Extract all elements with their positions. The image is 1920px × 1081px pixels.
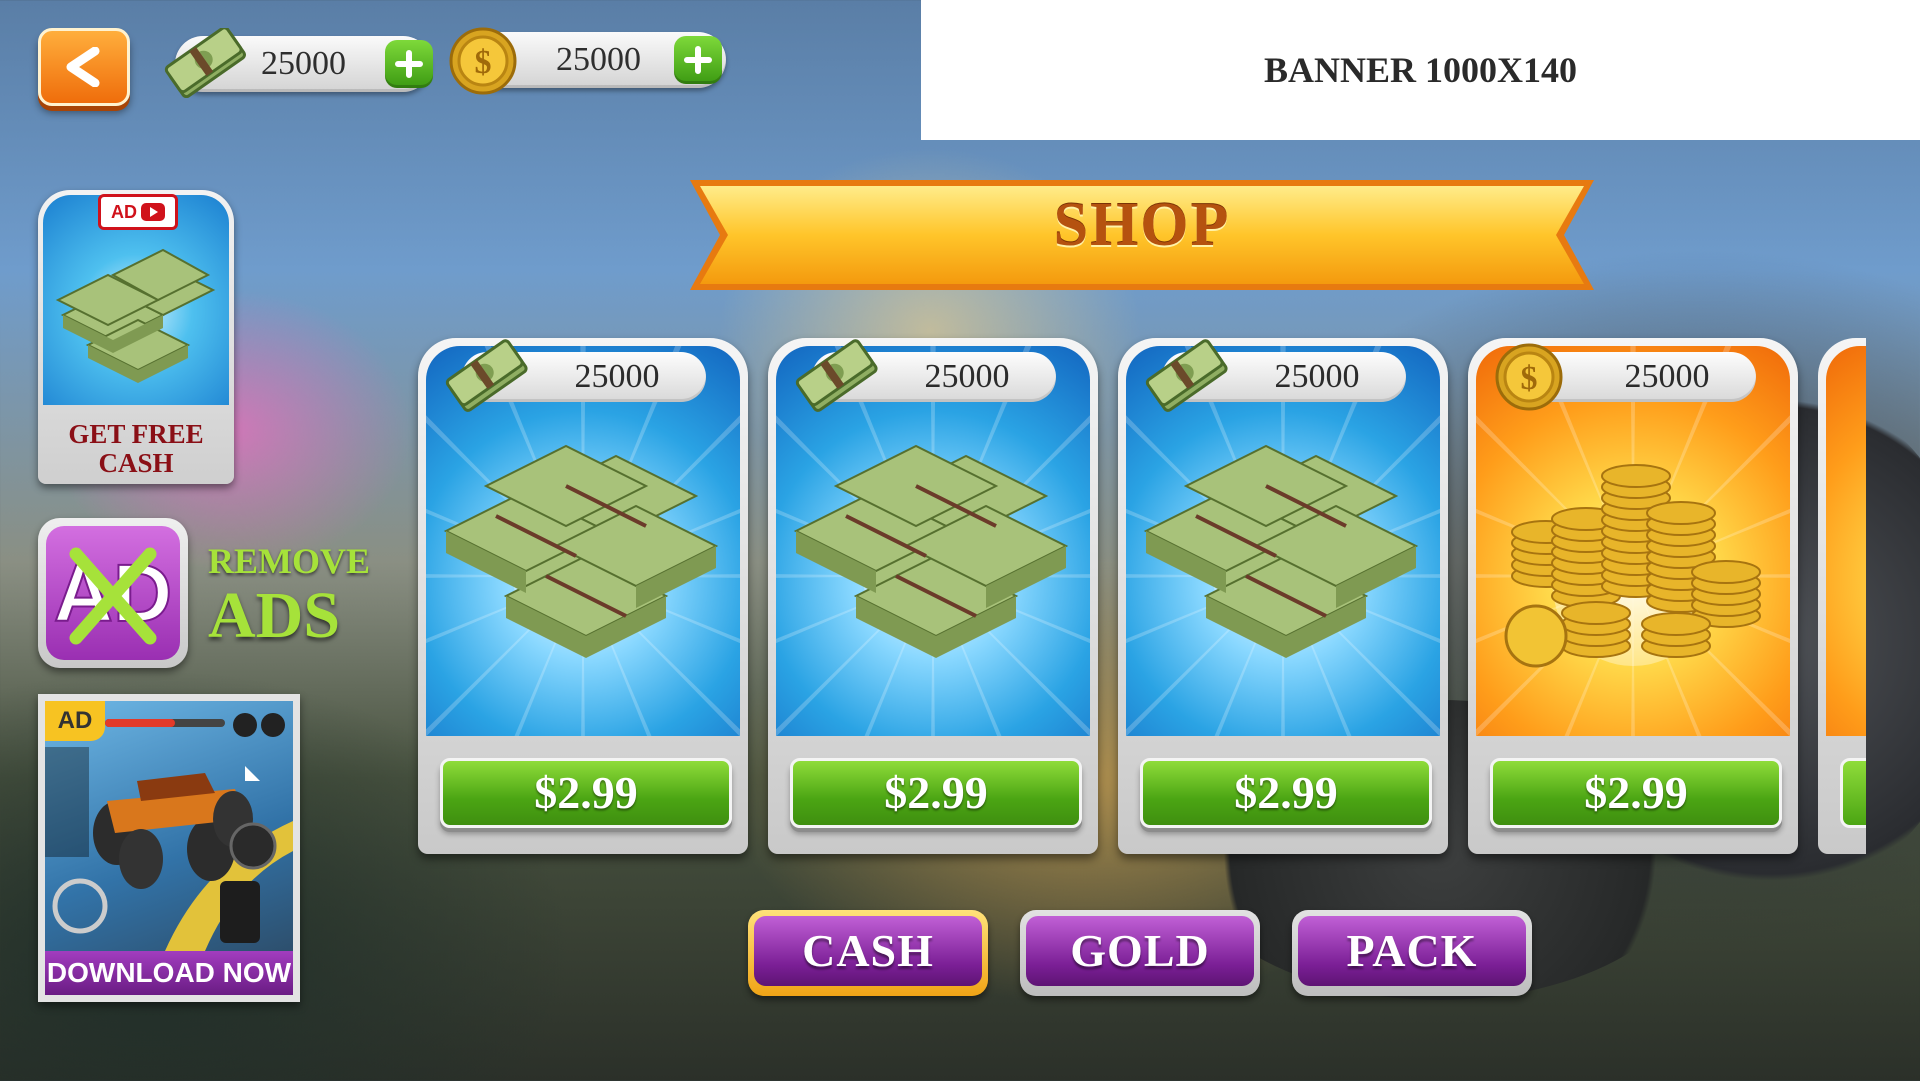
no-ads-icon: AD: [53, 547, 173, 645]
remove-ads-button[interactable]: AD: [38, 518, 188, 668]
cash-item-card[interactable]: 25000 $2.99: [768, 338, 1098, 854]
back-arrow-icon: [66, 47, 100, 87]
item-amount-pill: 25000: [445, 339, 706, 412]
item-amount-pill: 25000: [1145, 339, 1406, 412]
tab-pack-label: PACK: [1298, 916, 1526, 986]
buy-price-button[interactable]: $2.99: [790, 758, 1082, 828]
promo-ad-badge: AD: [45, 701, 105, 741]
get-free-cash-line1: GET FREE: [68, 419, 204, 449]
item-amount-pill: 25000: [795, 339, 1056, 412]
svg-text:$: $: [1521, 360, 1538, 397]
get-free-cash-line2: CASH: [98, 448, 174, 478]
tab-gold[interactable]: GOLD: [1020, 910, 1260, 996]
gold-item-card[interactable]: $25000 $2.99: [1468, 338, 1798, 854]
svg-text:$: $: [475, 44, 492, 81]
get-free-cash-label: GET FREE CASH: [38, 420, 234, 478]
cash-item-card[interactable]: 25000 $2.99: [418, 338, 748, 854]
buy-price-button[interactable]: $2.99: [1490, 758, 1782, 828]
cash-stack-icon: [164, 28, 246, 98]
get-free-cash-button[interactable]: AD GET FREE CASH: [38, 190, 234, 484]
buy-price-button[interactable]: $2.99: [440, 758, 732, 828]
ad-video-badge: AD: [98, 194, 178, 230]
back-button[interactable]: [38, 28, 130, 106]
remove-ads-label-line2: ADS: [208, 579, 341, 652]
promo-game-screenshot: AD: [45, 701, 293, 951]
item-amount: 25000: [574, 358, 660, 395]
item-amount: 25000: [1274, 358, 1360, 395]
tab-cash[interactable]: CASH: [748, 910, 988, 996]
add-gold-button[interactable]: [674, 36, 722, 84]
gold-balance: $ 25000: [449, 27, 726, 95]
gold-coin-icon: $: [449, 27, 517, 95]
item-amount-pill: $25000: [1495, 343, 1756, 411]
remove-ads-label-line1: REMOVE: [208, 541, 370, 581]
tab-pack[interactable]: PACK: [1292, 910, 1532, 996]
remove-ads-icon: AD: [46, 526, 180, 660]
ad-badge-label: AD: [111, 201, 137, 222]
cash-stack-icon: [1145, 339, 1228, 412]
plus-icon: [395, 50, 423, 78]
cash-balance: 25000: [164, 28, 433, 98]
item-amount: 25000: [924, 358, 1010, 395]
ad-banner-placeholder[interactable]: BANNER 1000X140: [921, 0, 1920, 140]
add-cash-button[interactable]: [385, 40, 433, 88]
download-now-button[interactable]: DOWNLOAD NOW: [45, 951, 293, 995]
tab-gold-label: GOLD: [1026, 916, 1254, 986]
play-icon: [141, 203, 165, 221]
plus-icon: [684, 46, 712, 74]
gold-balance-value: 25000: [556, 41, 641, 78]
item-amount: 25000: [1624, 358, 1710, 395]
promo-ad-download[interactable]: AD DOWNLOAD NOW: [38, 694, 300, 1002]
tab-cash-label: CASH: [754, 916, 982, 986]
cash-stack-icon: [445, 339, 528, 412]
buy-price-button[interactable]: $2.99: [1140, 758, 1432, 828]
gold-coin-icon: $: [1495, 343, 1563, 411]
cash-balance-value: 25000: [261, 45, 346, 82]
cash-item-card[interactable]: 25000 $2.99: [1118, 338, 1448, 854]
shop-title: SHOP: [1053, 191, 1231, 259]
partial-item-card[interactable]: [1818, 338, 1866, 854]
cash-stack-icon: [795, 339, 878, 412]
